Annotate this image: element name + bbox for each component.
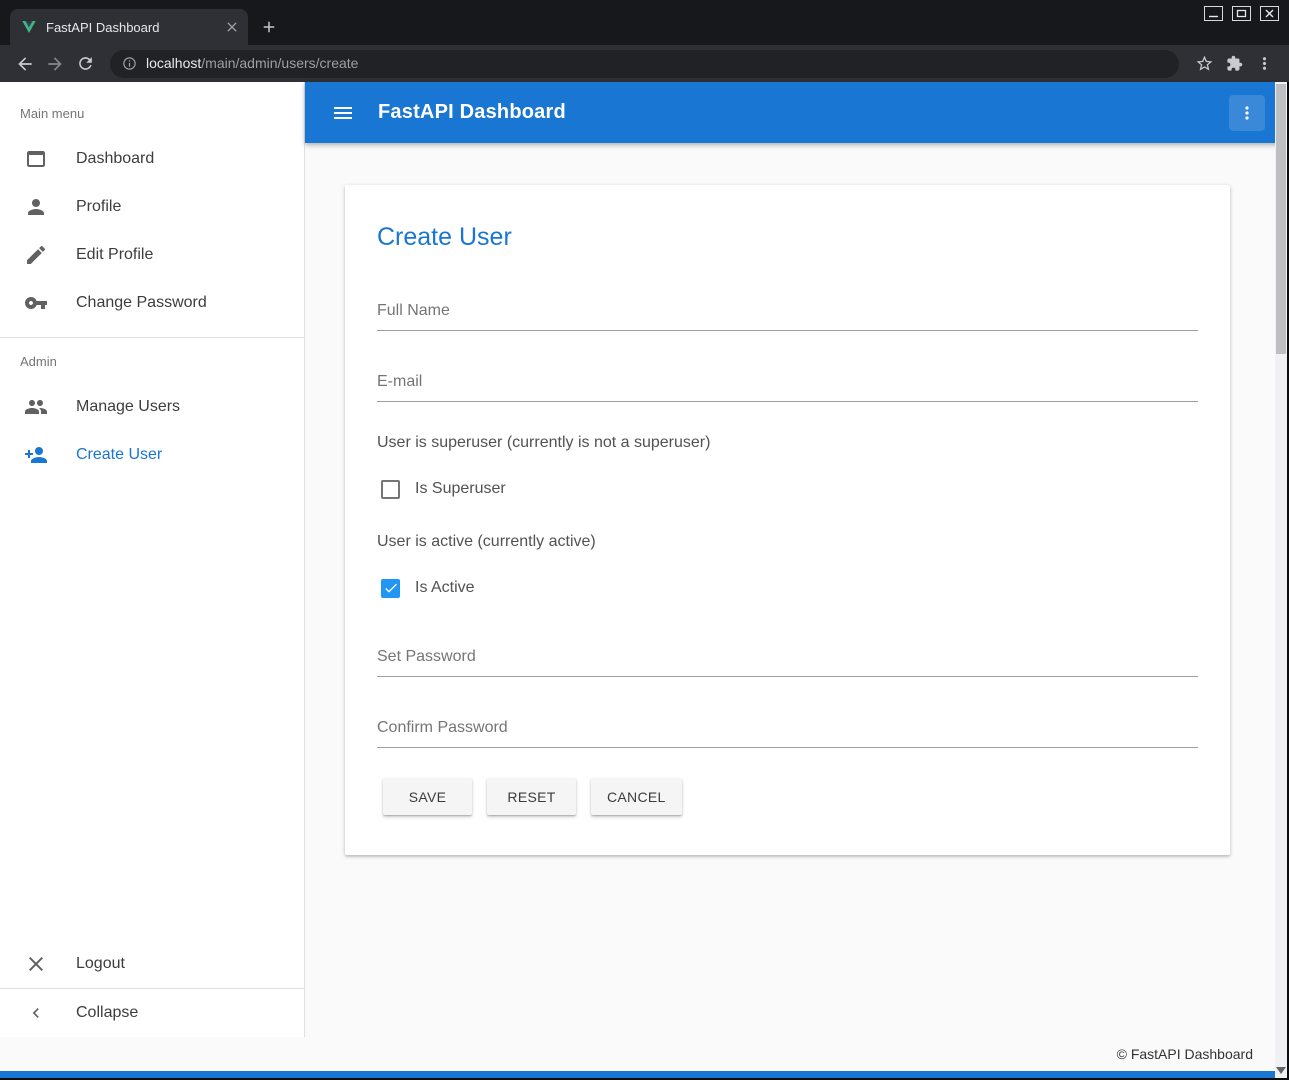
bookmark-star-icon[interactable] [1189,49,1219,79]
window-close-icon[interactable] [1260,6,1279,21]
app-footer: © FastAPI Dashboard [0,1037,1287,1071]
sidebar-section-admin: Admin [0,338,304,383]
sidebar-item-logout[interactable]: Logout [0,940,304,988]
sidebar-item-label: Profile [76,198,121,216]
sidebar-item-label: Change Password [76,294,207,312]
sidebar-item-create-user[interactable]: Create User [0,431,304,479]
tab-title: FastAPI Dashboard [46,20,215,35]
maximize-icon[interactable] [1232,6,1251,21]
pencil-icon [24,243,48,267]
url-path: /main/admin/users/create [201,55,358,71]
sidebar-item-label: Dashboard [76,150,154,168]
sidebar-item-dashboard[interactable]: Dashboard [0,135,304,183]
scrollbar-thumb[interactable] [1276,84,1286,354]
vue-logo-icon [21,19,37,35]
full-name-field-wrap [377,294,1198,331]
forward-icon[interactable] [40,49,70,79]
sidebar-item-label: Create User [76,446,162,464]
chevron-left-icon [26,1003,46,1023]
sidebar-item-collapse[interactable]: Collapse [0,989,304,1037]
sidebar-item-manage-users[interactable]: Manage Users [0,383,304,431]
sidebar-spacer [0,479,304,940]
url-text: localhost/main/admin/users/create [146,55,358,73]
person-icon [24,195,48,219]
copyright-text: © FastAPI Dashboard [1117,1046,1253,1062]
main-area: FastAPI Dashboard Create User User is su… [305,82,1287,1037]
sidebar-item-profile[interactable]: Profile [0,183,304,231]
active-check-row: Is Active [377,576,1198,600]
is-superuser-checkbox[interactable] [381,480,400,499]
browser-tab-strip: FastAPI Dashboard [0,0,1289,45]
new-tab-button[interactable] [260,18,278,36]
superuser-hint: User is superuser (currently is not a su… [377,434,1198,452]
page-content: Create User User is superuser (currently… [305,143,1287,1037]
page-title: Create User [377,223,1198,252]
create-user-card: Create User User is superuser (currently… [345,185,1230,855]
person-add-icon [24,443,48,467]
window-controls [1204,6,1279,21]
sidebar: Main menu Dashboard Profile Edit Profile [0,82,305,1037]
confirm-password-field-wrap [377,711,1198,748]
app-bar: FastAPI Dashboard [305,82,1287,143]
kebab-menu-icon[interactable] [1229,95,1265,131]
email-field-wrap [377,365,1198,402]
info-icon[interactable] [122,56,137,71]
email-input[interactable] [377,365,1198,402]
is-active-checkbox[interactable] [381,579,400,598]
browser-toolbar: localhost/main/admin/users/create [0,45,1289,82]
sidebar-item-edit-profile[interactable]: Edit Profile [0,231,304,279]
save-button[interactable]: SAVE [383,778,472,815]
back-icon[interactable] [10,49,40,79]
scrollbar-down-arrow-icon[interactable] [1276,1067,1286,1074]
url-bar[interactable]: localhost/main/admin/users/create [110,50,1179,78]
sidebar-section-main-menu: Main menu [0,90,304,135]
set-password-field-wrap [377,640,1198,677]
appbar-title: FastAPI Dashboard [378,101,566,124]
sidebar-item-label: Collapse [76,1004,138,1022]
people-icon [24,395,48,419]
active-hint: User is active (currently active) [377,533,1198,551]
reset-button[interactable]: RESET [487,778,576,815]
footer-accent-strip [0,1071,1287,1078]
sidebar-item-label: Manage Users [76,398,180,416]
sidebar-item-change-password[interactable]: Change Password [0,279,304,327]
key-icon [24,291,48,315]
extension-icon[interactable] [1219,49,1249,79]
url-host: localhost [146,55,201,71]
form-actions: SAVE RESET CANCEL [377,778,1198,815]
app-viewport: Main menu Dashboard Profile Edit Profile [0,82,1287,1078]
page-scrollbar[interactable] [1275,82,1287,1078]
browser-tab[interactable]: FastAPI Dashboard [10,9,248,45]
set-password-input[interactable] [377,640,1198,677]
checkmark-icon [383,481,399,497]
superuser-checkbox-label: Is Superuser [415,480,506,498]
confirm-password-input[interactable] [377,711,1198,748]
sidebar-item-label: Logout [76,955,125,973]
cancel-button[interactable]: CANCEL [591,778,682,815]
browser-menu-icon[interactable] [1249,49,1279,79]
active-checkbox-label: Is Active [415,579,475,597]
logout-x-icon [24,952,48,976]
checkmark-icon [383,580,399,596]
dashboard-icon [24,147,48,171]
superuser-check-row: Is Superuser [377,477,1198,501]
tab-close-icon[interactable] [224,19,240,35]
hamburger-icon[interactable] [331,101,355,125]
sidebar-item-label: Edit Profile [76,246,153,264]
minimize-icon[interactable] [1204,6,1223,21]
full-name-input[interactable] [377,294,1198,331]
reload-icon[interactable] [70,49,100,79]
